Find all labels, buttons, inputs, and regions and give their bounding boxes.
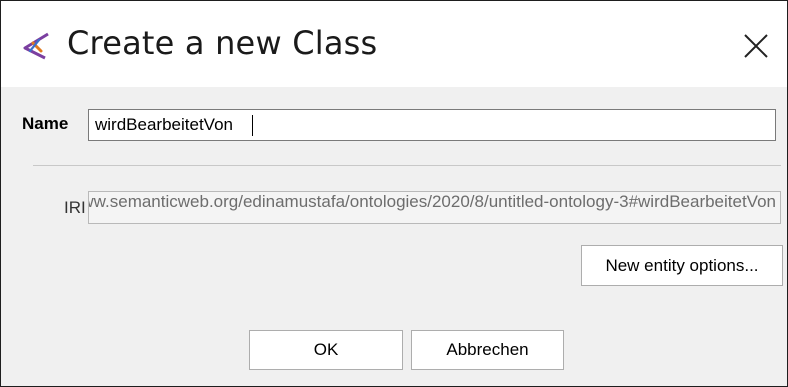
iri-value: http://www.semanticweb.org/edinamustafa/… <box>88 192 776 211</box>
iri-label: IRI <box>64 198 86 217</box>
create-class-dialog: Create a new Class Name IRI http://www.s… <box>0 0 788 387</box>
cancel-button[interactable]: Abbrechen <box>411 330 564 370</box>
title-bar: Create a new Class <box>1 1 787 87</box>
close-icon[interactable] <box>739 29 773 63</box>
separator <box>33 165 781 166</box>
name-label: Name <box>22 114 69 133</box>
new-entity-options-button[interactable]: New entity options... <box>581 245 783 286</box>
text-caret <box>252 115 253 136</box>
ok-button[interactable]: OK <box>249 330 403 370</box>
name-field[interactable] <box>88 109 776 141</box>
protege-icon <box>21 31 51 61</box>
iri-field[interactable]: http://www.semanticweb.org/edinamustafa/… <box>88 191 781 224</box>
dialog-title: Create a new Class <box>67 24 378 62</box>
